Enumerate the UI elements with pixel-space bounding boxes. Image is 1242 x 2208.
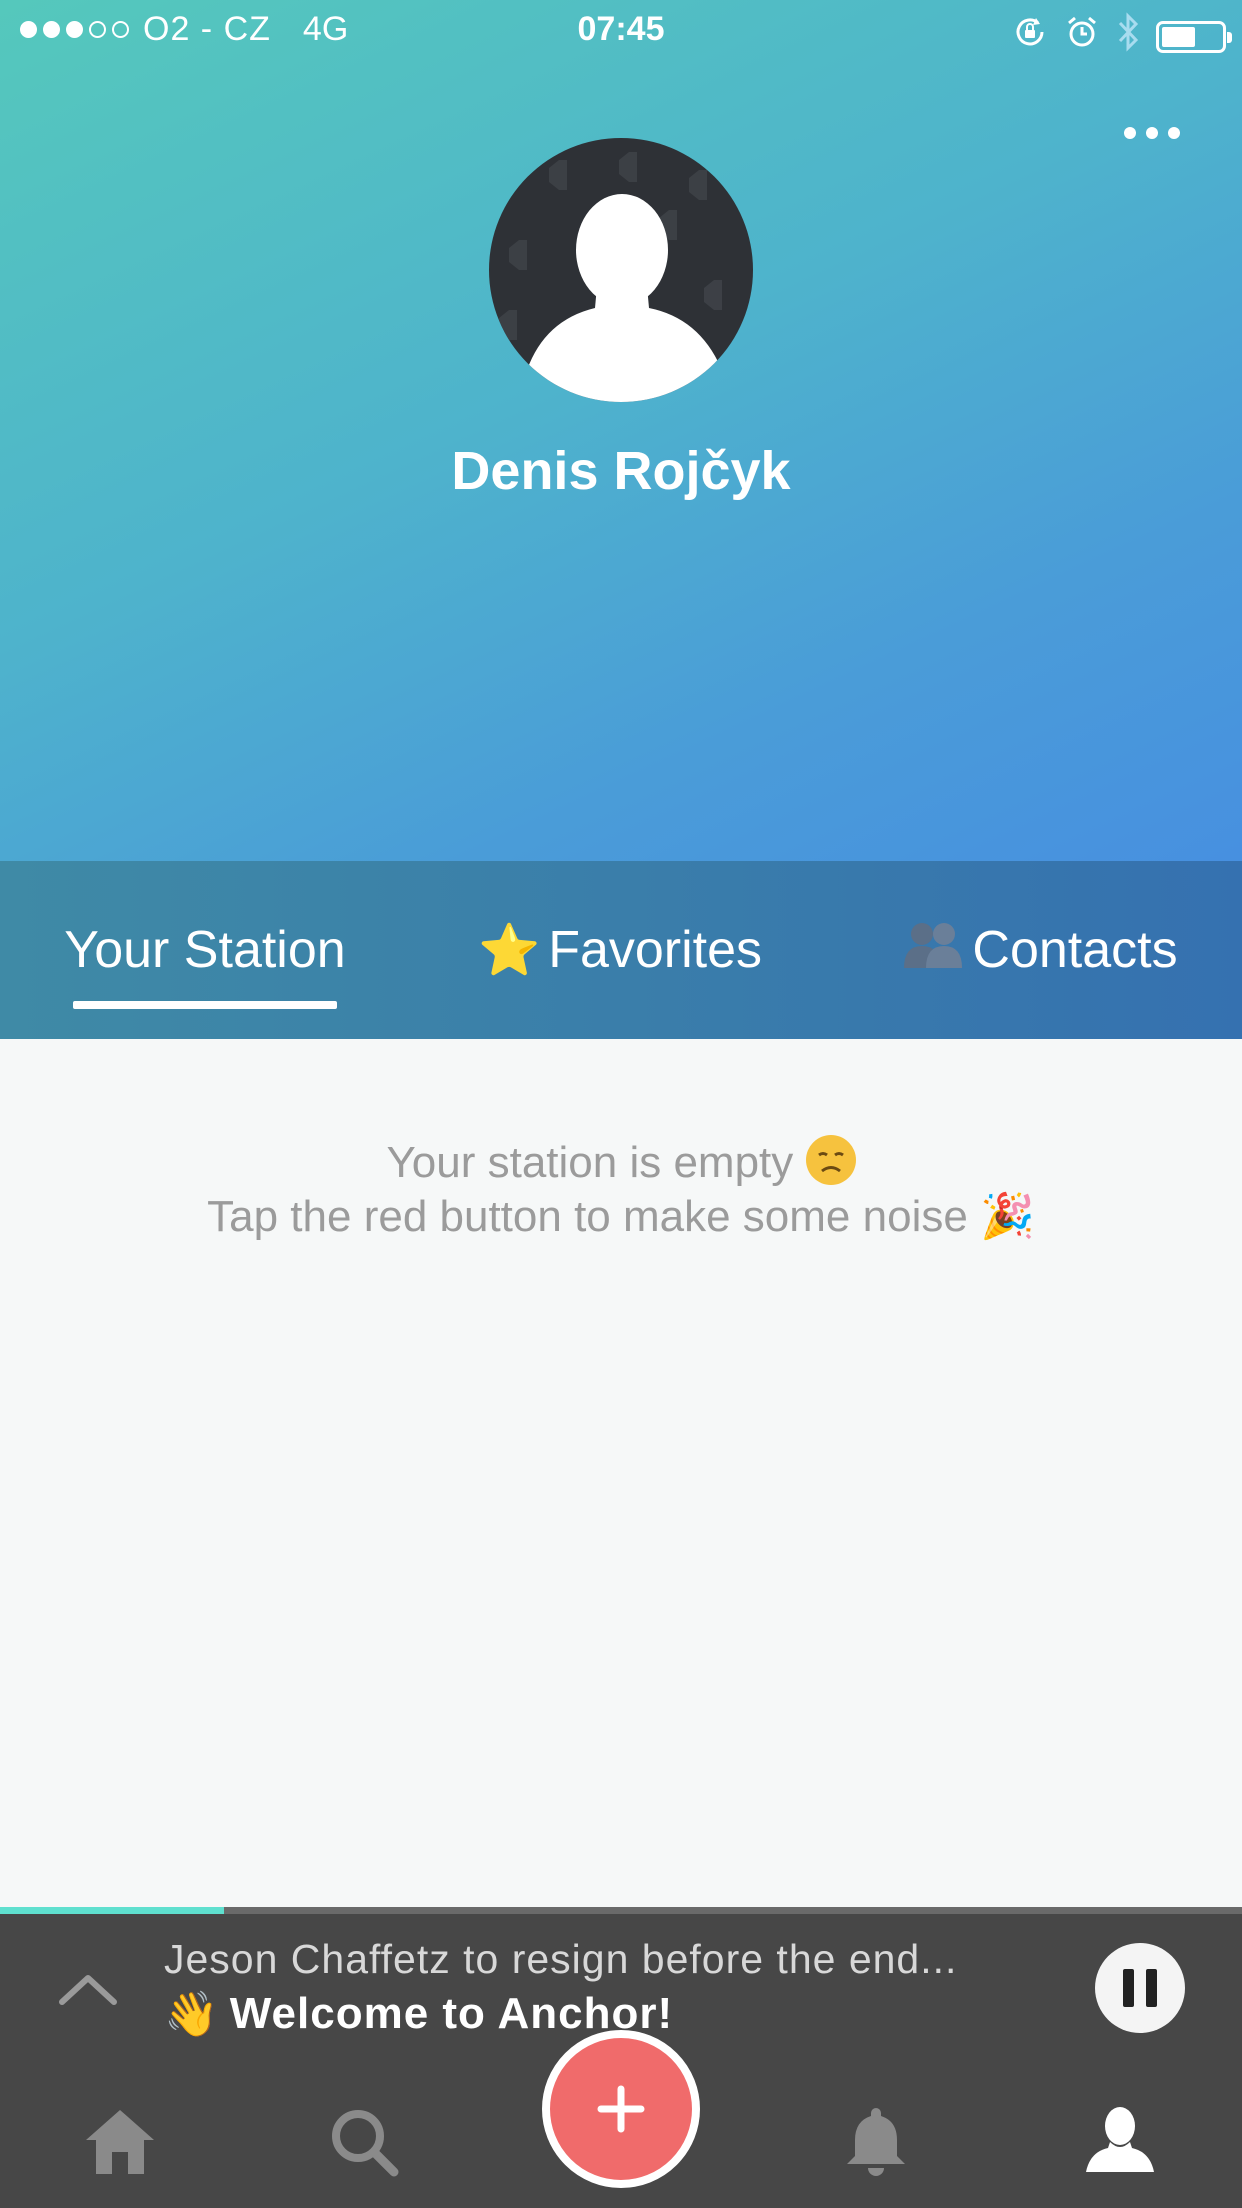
waving-hand-icon: 👋 (164, 1989, 220, 2040)
profile-name: Denis Rojčyk (451, 441, 791, 501)
empty-state: Your station is empty Tap the red button… (0, 1135, 1242, 1244)
home-icon (86, 2110, 154, 2174)
more-dot (1146, 127, 1158, 139)
pause-bar (1123, 1969, 1134, 2007)
player-episode-title: Jeson Chaffetz to resign before the end.… (164, 1936, 958, 1982)
nav-notifications[interactable] (836, 2102, 916, 2182)
playback-progress-fill (0, 1907, 224, 1914)
bluetooth-icon (1116, 12, 1140, 61)
battery-level (1162, 26, 1196, 47)
tab-label: Contacts (972, 921, 1178, 979)
more-dot (1124, 127, 1136, 139)
tab-label: Favorites (548, 921, 763, 979)
pause-bar (1146, 1969, 1157, 2007)
active-tab-indicator (73, 1001, 337, 1009)
nav-home[interactable] (80, 2102, 160, 2182)
empty-state-line1: Your station is empty (0, 1135, 1242, 1190)
player-station-title: 👋 Welcome to Anchor! (164, 1988, 673, 2040)
more-options-button[interactable] (1120, 116, 1184, 150)
nav-profile[interactable] (1080, 2102, 1160, 2182)
tab-favorites[interactable]: ⭐ Favorites (460, 861, 780, 1039)
empty-state-text: Your station is empty (386, 1138, 794, 1187)
profile-header: O2 - CZ 4G 07:45 Denis Rojčyk (0, 0, 1242, 861)
people-icon (902, 918, 964, 982)
star-icon: ⭐ (477, 920, 541, 979)
alarm-icon (1064, 14, 1100, 59)
profile-icon (1086, 2107, 1154, 2172)
expand-player-button[interactable] (56, 1958, 120, 2022)
rotation-lock-icon (1012, 14, 1048, 59)
pause-button[interactable] (1095, 1943, 1185, 2033)
record-button[interactable] (542, 2030, 700, 2188)
status-bar: O2 - CZ 4G 07:45 (0, 0, 1242, 60)
playback-progress[interactable] (0, 1907, 1242, 1914)
tab-label: Your Station (64, 921, 346, 979)
empty-state-text: Tap the red button to make some noise (207, 1192, 968, 1241)
party-popper-icon: 🎉 (980, 1191, 1035, 1242)
nav-search[interactable] (324, 2102, 404, 2182)
tab-bar: Your Station ⭐ Favorites Contacts (0, 861, 1242, 1039)
battery-icon (1156, 20, 1232, 53)
avatar[interactable] (489, 138, 753, 402)
sad-face-icon (805, 1135, 856, 1185)
bell-icon (847, 2108, 905, 2176)
search-icon (332, 2110, 399, 2177)
plus-icon (597, 2085, 645, 2133)
status-right (1012, 12, 1232, 61)
chevron-up-icon (59, 1975, 117, 2005)
empty-state-line2: Tap the red button to make some noise 🎉 (0, 1190, 1242, 1244)
tab-your-station[interactable]: Your Station (30, 861, 380, 1039)
more-dot (1168, 127, 1180, 139)
default-avatar-icon (499, 152, 722, 402)
tab-contacts[interactable]: Contacts (890, 861, 1190, 1039)
